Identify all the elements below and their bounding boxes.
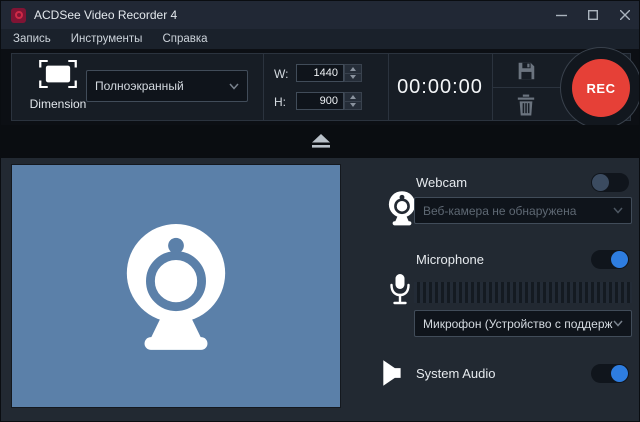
chevron-down-icon — [229, 83, 239, 90]
microphone-icon — [388, 273, 412, 307]
microphone-device-select[interactable]: Микрофон (Устройство с поддерж — [414, 310, 632, 337]
collapse-panel-button[interactable] — [311, 134, 331, 154]
record-button[interactable]: REC — [572, 59, 630, 117]
arrow-down-icon — [350, 75, 356, 79]
menubar: Запись Инструменты Справка — [1, 29, 640, 49]
recording-timer: 00:00:00 — [388, 54, 492, 120]
dimension-label: Dimension — [20, 97, 96, 111]
delete-recording-button[interactable] — [492, 88, 560, 121]
system-audio-toggle[interactable] — [591, 364, 629, 383]
height-stepper[interactable] — [344, 92, 362, 110]
trash-icon — [516, 94, 536, 116]
height-step-down[interactable] — [344, 102, 362, 111]
webcam-device-value: Веб-камера не обнаружена — [423, 204, 613, 218]
microphone-level-meter — [414, 282, 632, 303]
webcam-label: Webcam — [416, 175, 467, 190]
microphone-device-value: Микрофон (Устройство с поддерж — [423, 317, 613, 331]
dimension-mode-select[interactable]: Полноэкранный — [86, 70, 248, 102]
webcam-device-select[interactable]: Веб-камера не обнаружена — [414, 197, 632, 224]
menu-help[interactable]: Справка — [152, 33, 217, 45]
webcam-icon — [387, 190, 417, 228]
height-label: H: — [274, 95, 286, 109]
chevron-down-icon — [613, 320, 623, 327]
width-step-up[interactable] — [344, 64, 362, 74]
width-step-down[interactable] — [344, 74, 362, 83]
arrow-down-icon — [350, 103, 356, 107]
microphone-label: Microphone — [416, 252, 484, 267]
microphone-toggle[interactable] — [591, 250, 629, 269]
minimize-button[interactable] — [545, 1, 577, 29]
toolbar-panel: Dimension Полноэкранный W: H: 00:00:00 — [11, 53, 631, 121]
dimension-icon — [39, 60, 77, 88]
speaker-icon — [381, 360, 411, 386]
height-input[interactable] — [296, 92, 344, 110]
chevron-down-icon — [613, 207, 623, 214]
width-input[interactable] — [296, 64, 344, 82]
record-button-ring: REC — [560, 47, 640, 129]
dimension-mode-value: Полноэкранный — [95, 79, 229, 93]
collapse-strip — [1, 125, 640, 158]
system-audio-label: System Audio — [416, 366, 496, 381]
dimension-group: Dimension — [20, 60, 96, 116]
acdsee-video-recorder-window: ACDSee Video Recorder 4 Запись Инструмен… — [0, 0, 640, 422]
close-button[interactable] — [609, 1, 640, 29]
eject-icon — [311, 134, 331, 149]
width-stepper[interactable] — [344, 64, 362, 82]
main-area: Webcam Веб-камера не обнаружена Micropho… — [1, 158, 640, 422]
app-logo-icon — [11, 8, 26, 23]
height-step-up[interactable] — [344, 92, 362, 102]
width-label: W: — [274, 67, 288, 81]
menu-tools[interactable]: Инструменты — [61, 33, 153, 45]
arrow-up-icon — [350, 67, 356, 71]
save-icon — [515, 60, 537, 82]
toolbar: Dimension Полноэкранный W: H: 00:00:00 — [1, 49, 640, 125]
webcam-preview — [11, 164, 341, 408]
save-button[interactable] — [492, 54, 560, 87]
webcam-toggle[interactable] — [591, 173, 629, 192]
maximize-button[interactable] — [577, 1, 609, 29]
menu-record[interactable]: Запись — [1, 33, 61, 45]
toolbar-divider — [263, 54, 264, 120]
window-title: ACDSee Video Recorder 4 — [34, 8, 177, 22]
arrow-up-icon — [350, 95, 356, 99]
webcam-placeholder-icon — [117, 217, 235, 355]
titlebar: ACDSee Video Recorder 4 — [1, 1, 640, 29]
